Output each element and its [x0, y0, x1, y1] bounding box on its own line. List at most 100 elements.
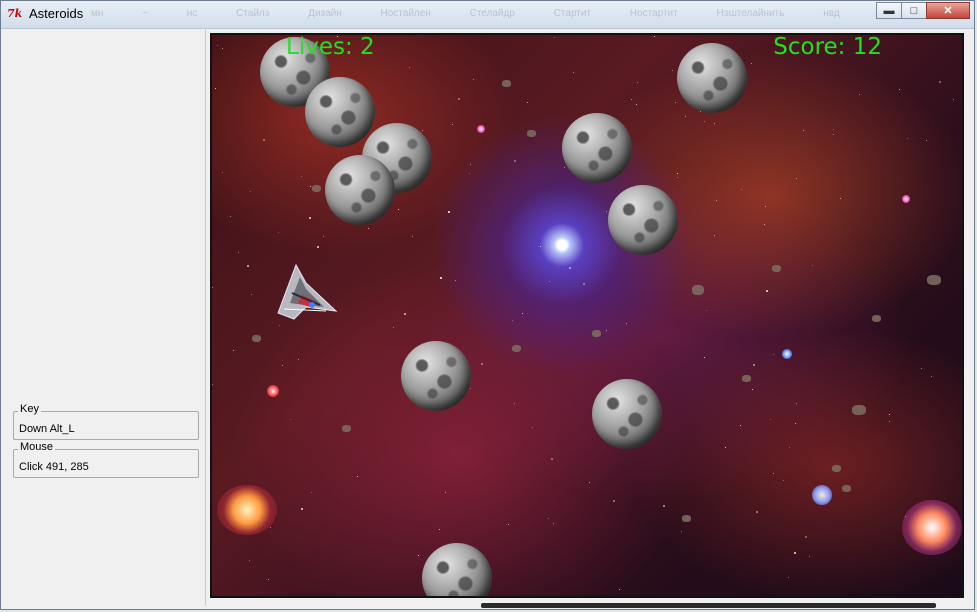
background-star	[212, 287, 213, 288]
background-star	[282, 365, 283, 366]
minimize-button[interactable]: ▬	[876, 2, 902, 19]
background-star	[357, 476, 358, 477]
background-star	[554, 37, 555, 38]
background-star	[704, 357, 705, 358]
background-star	[766, 290, 768, 292]
background-star	[796, 403, 797, 404]
asteroid	[305, 77, 375, 147]
background-star	[301, 176, 302, 177]
background-star	[323, 236, 324, 237]
debris	[512, 345, 521, 352]
background-star	[247, 265, 249, 267]
maximize-icon: □	[910, 4, 918, 17]
background-star	[445, 492, 446, 493]
background-star	[606, 330, 607, 331]
key-groupbox: Key Down Alt_L	[13, 403, 199, 440]
background-star	[939, 81, 941, 83]
background-star	[764, 224, 765, 225]
tk-app-icon: 7k	[7, 7, 23, 20]
debris	[312, 185, 321, 192]
background-star	[789, 447, 790, 448]
debris	[852, 405, 866, 415]
background-star	[439, 529, 440, 530]
background-star	[899, 89, 900, 90]
background-star	[422, 130, 423, 131]
title-bar[interactable]: 7k Asteroids мн ~ нс Стайлз Дизайн Носта…	[1, 1, 974, 29]
background-star	[626, 323, 627, 324]
background-star	[741, 189, 742, 190]
asteroid	[677, 43, 747, 113]
window-controls: ▬ □ ✕	[876, 2, 970, 20]
background-menu-ghost: мн ~ нс Стайлз Дизайн Ностайлен Стелайдр…	[91, 8, 840, 19]
debris	[682, 515, 691, 522]
lives-counter: Lives: 2	[286, 34, 375, 60]
minimize-icon: ▬	[883, 4, 895, 17]
background-star	[249, 560, 250, 561]
asteroid	[325, 155, 395, 225]
debris	[927, 275, 941, 285]
background-star	[681, 531, 682, 532]
background-star	[222, 48, 223, 49]
background-star	[921, 368, 922, 369]
background-star	[740, 425, 741, 426]
background-star	[250, 191, 251, 192]
background-star	[217, 45, 218, 46]
background-star	[251, 294, 252, 295]
background-star	[268, 579, 269, 580]
background-star	[788, 577, 789, 578]
background-star	[309, 217, 311, 219]
asteroid	[562, 113, 632, 183]
background-star	[440, 277, 442, 279]
background-star	[783, 480, 784, 481]
background-star	[564, 167, 565, 168]
debris	[692, 285, 704, 295]
debris	[252, 335, 261, 342]
background-star	[290, 419, 291, 420]
background-star	[812, 265, 813, 266]
background-star	[889, 414, 890, 415]
background-star	[794, 552, 796, 554]
background-star	[637, 82, 638, 83]
nebula-glow	[902, 500, 962, 555]
background-star	[589, 482, 590, 483]
background-star	[773, 473, 774, 474]
background-star	[527, 102, 528, 103]
background-star	[540, 246, 541, 247]
background-star	[672, 70, 673, 71]
background-star	[233, 350, 234, 351]
background-star	[714, 235, 715, 236]
background-star	[553, 523, 554, 524]
background-star	[833, 129, 834, 130]
asteroid	[592, 379, 662, 449]
game-canvas[interactable]: Lives: 2 Score: 12	[210, 33, 964, 598]
star	[477, 125, 485, 133]
nebula-glow	[217, 485, 277, 535]
background-star	[458, 98, 460, 100]
background-star	[514, 403, 515, 404]
background-star	[907, 138, 908, 139]
background-star	[677, 173, 678, 174]
background-star	[508, 524, 509, 525]
horizontal-scrollbar[interactable]	[481, 603, 936, 608]
asteroid	[422, 543, 492, 596]
background-star	[636, 104, 637, 105]
background-star	[795, 423, 796, 424]
window-title: Asteroids	[29, 6, 84, 21]
background-star	[481, 363, 483, 365]
background-star	[677, 177, 678, 178]
maximize-button[interactable]: □	[901, 2, 927, 19]
background-star	[663, 505, 665, 507]
background-star	[278, 232, 279, 233]
background-star	[409, 67, 410, 68]
background-star	[569, 267, 571, 269]
debris	[772, 265, 781, 272]
background-star	[889, 421, 890, 422]
close-button[interactable]: ✕	[926, 2, 970, 19]
debris	[527, 130, 536, 137]
background-star	[469, 173, 470, 174]
background-star	[412, 236, 413, 237]
background-star	[298, 359, 299, 360]
key-value: Down Alt_L	[19, 423, 75, 435]
background-star	[512, 320, 513, 321]
background-star	[704, 121, 705, 122]
